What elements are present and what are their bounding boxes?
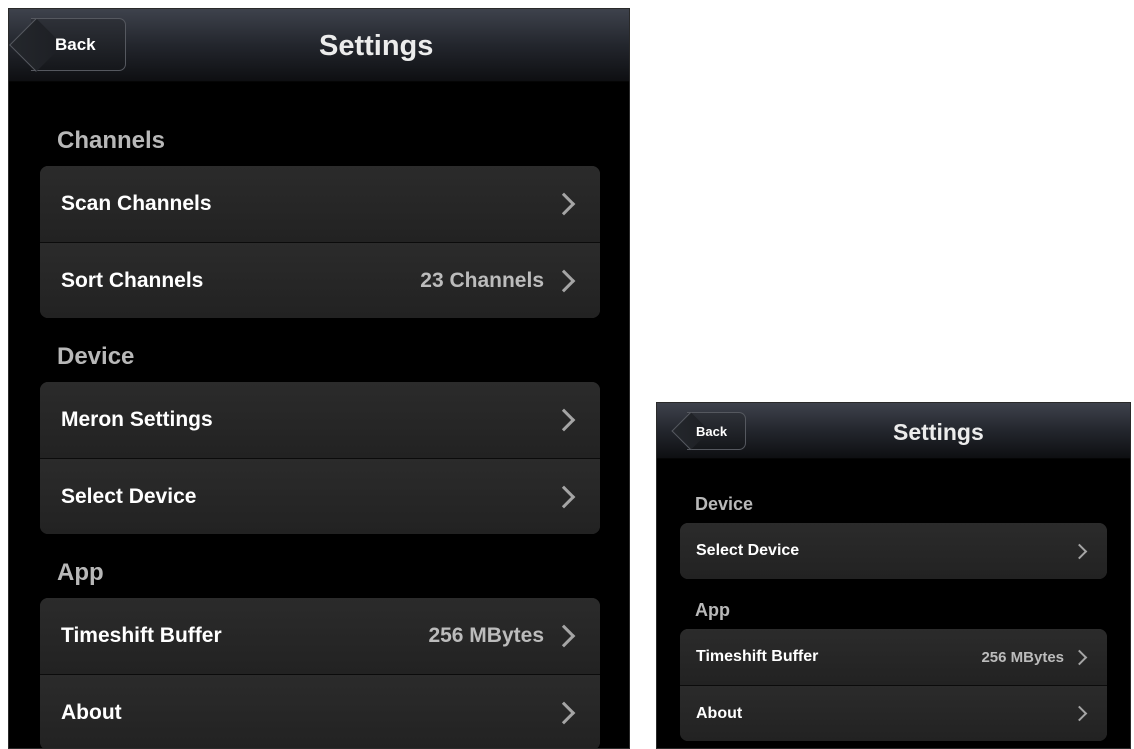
row-about[interactable]: About [680, 685, 1107, 741]
row-about[interactable]: About [40, 674, 600, 748]
row-sort-channels[interactable]: Sort Channels 23 Channels [40, 242, 600, 318]
row-select-device[interactable]: Select Device [680, 523, 1107, 579]
chevron-right-icon [552, 701, 576, 724]
chevron-right-icon [552, 408, 576, 432]
row-label: Sort Channels [61, 268, 204, 292]
row-label: Scan Channels [61, 192, 212, 215]
row-value: 256 MBytes [428, 624, 544, 647]
chevron-right-icon [1071, 543, 1088, 559]
row-label: Timeshift Buffer [61, 624, 222, 647]
settings-screen-small: Back Settings Device Select Device App T… [656, 402, 1131, 749]
back-button-label: Back [55, 34, 96, 54]
group-device: Select Device [680, 523, 1107, 579]
back-button-label: Back [696, 423, 728, 439]
row-label: Meron Settings [61, 408, 213, 431]
row-scan-channels[interactable]: Scan Channels [40, 166, 600, 242]
row-label: Timeshift Buffer [696, 648, 819, 665]
page-title: Settings [319, 30, 434, 62]
row-label: Select Device [61, 484, 197, 508]
top-bar: Back Settings [9, 9, 629, 82]
section-label-device: Device [695, 494, 754, 514]
section-label-channels: Channels [57, 127, 166, 154]
group-device: Meron Settings Select Device [40, 382, 600, 534]
back-button[interactable]: Back [687, 412, 746, 450]
row-timeshift-buffer[interactable]: Timeshift Buffer 256 MBytes [40, 598, 600, 674]
chevron-right-icon [1071, 705, 1088, 722]
row-value: 23 Channels [420, 268, 544, 292]
back-button[interactable]: Back [31, 18, 126, 71]
row-meron-settings[interactable]: Meron Settings [40, 382, 600, 458]
group-app: Timeshift Buffer 256 MBytes About [40, 598, 600, 748]
page-title: Settings [893, 419, 984, 445]
group-app: Timeshift Buffer 256 MBytes About [680, 629, 1107, 741]
row-label: About [696, 704, 743, 722]
chevron-right-icon [552, 192, 576, 216]
top-bar: Back Settings [657, 403, 1130, 459]
section-label-app: App [57, 559, 104, 586]
group-channels: Scan Channels Sort Channels 23 Channels [40, 166, 600, 318]
chevron-right-icon [1071, 649, 1088, 665]
settings-screen-large: Back Settings Channels Scan Channels Sor… [8, 8, 630, 749]
section-label-device: Device [57, 343, 135, 370]
row-select-device[interactable]: Select Device [40, 458, 600, 534]
chevron-right-icon [552, 624, 576, 648]
row-timeshift-buffer[interactable]: Timeshift Buffer 256 MBytes [680, 629, 1107, 685]
chevron-right-icon [552, 269, 576, 292]
row-label: About [61, 700, 122, 724]
chevron-right-icon [552, 485, 576, 508]
row-value: 256 MBytes [981, 648, 1064, 666]
section-label-app: App [695, 600, 730, 620]
row-label: Select Device [696, 542, 800, 559]
